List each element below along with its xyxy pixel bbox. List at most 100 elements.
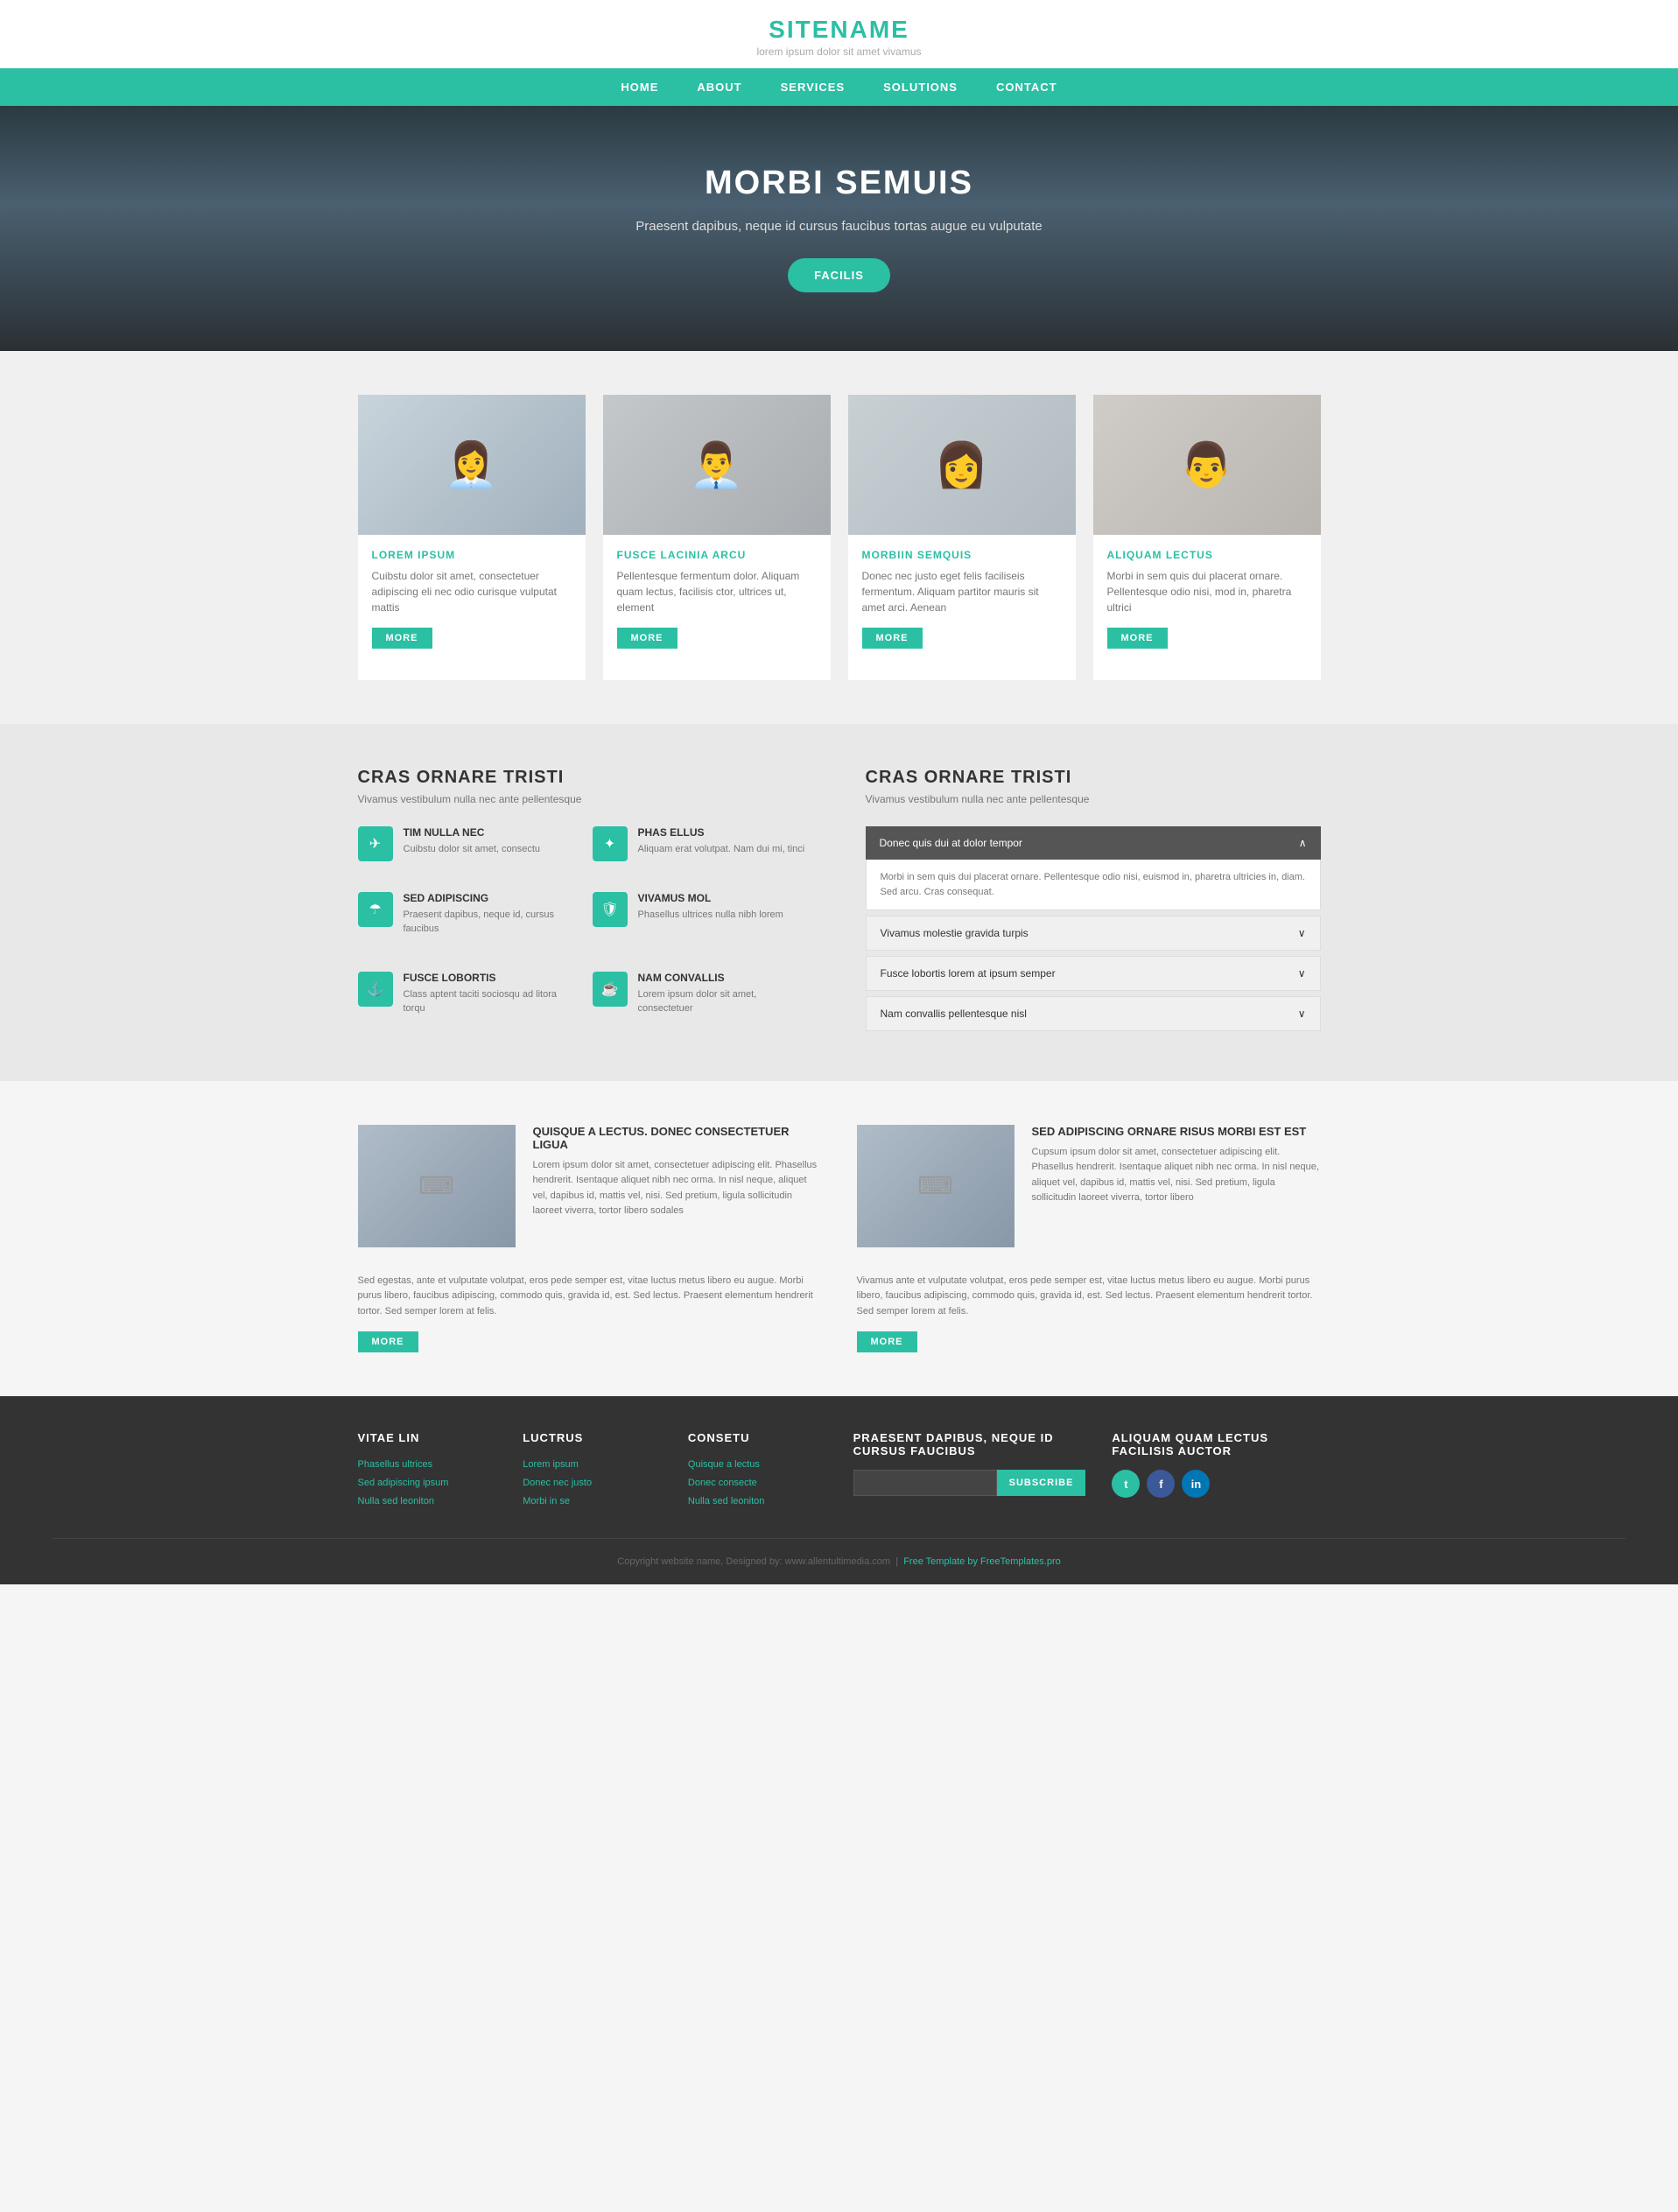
hero-heading: MORBI SEMUIS xyxy=(635,165,1042,202)
content-row: ⌨ QUISQUE A LECTUS. DONEC CONSECTETUER L… xyxy=(358,1125,1321,1247)
content-section: ⌨ QUISQUE A LECTUS. DONEC CONSECTETUER L… xyxy=(0,1081,1678,1397)
hero-section: MORBI SEMUIS Praesent dapibus, neque id … xyxy=(0,106,1678,351)
footer-col-3-heading: CONSETU xyxy=(688,1431,827,1444)
accordion: Donec quis dui at dolor tempor ∧ Morbi i… xyxy=(866,826,1321,1031)
footer-link-item[interactable]: Sed adipiscing ipsum xyxy=(358,1478,449,1488)
card-more-button-1[interactable]: MORE xyxy=(617,628,678,649)
content-more-button-left[interactable]: MORE xyxy=(358,1331,418,1352)
site-tagline: lorem ipsum dolor sit amet vivamus xyxy=(0,46,1678,58)
features-left: CRAS ORNARE TRISTI Vivamus vestibulum nu… xyxy=(358,768,813,1037)
content-more-button-right[interactable]: MORE xyxy=(857,1331,917,1352)
subscribe-button[interactable]: SUBSCRIBE xyxy=(997,1470,1086,1496)
feature-desc-3: Phasellus ultrices nulla nibh lorem xyxy=(638,908,783,923)
subscribe-input[interactable] xyxy=(853,1470,997,1496)
feature-text-2: SED ADIPISCING Praesent dapibus, neque i… xyxy=(404,892,579,958)
feature-text-0: TIM NULLA NEC Cuibstu dolor sit amet, co… xyxy=(404,826,541,878)
main-nav: HOMEABOUTSERVICESSOLUTIONSCONTACT xyxy=(0,68,1678,106)
card-text-0: Cuibstu dolor sit amet, consectetuer adi… xyxy=(372,568,572,615)
features-right-subtext: Vivamus vestibulum nulla nec ante pellen… xyxy=(866,793,1321,805)
nav-item-home[interactable]: HOME xyxy=(601,68,678,106)
feature-desc-1: Aliquam erat volutpat. Nam dui mi, tinci xyxy=(638,842,805,857)
footer-links-1: Phasellus ultrices Sed adipiscing ipsum Nu… xyxy=(358,1457,497,1506)
accordion-body-0: Morbi in sem quis dui placerat ornare. P… xyxy=(866,860,1321,910)
facebook-button[interactable]: f xyxy=(1147,1470,1175,1498)
feature-item-2: ☂ SED ADIPISCING Praesent dapibus, neque… xyxy=(358,892,579,958)
content-full-right: Vivamus ante et vulputate volutpat, eros… xyxy=(857,1274,1321,1353)
nav-item-solutions[interactable]: SOLUTIONS xyxy=(864,68,977,106)
feature-icon-2: ☂ xyxy=(358,892,393,927)
footer-link-item[interactable]: Lorem ipsum xyxy=(523,1459,579,1470)
accordion-item-3: Nam convallis pellentesque nisl ∨ xyxy=(866,996,1321,1031)
accordion-title-2: Fusce lobortis lorem at ipsum semper xyxy=(881,967,1056,980)
features-section: CRAS ORNARE TRISTI Vivamus vestibulum nu… xyxy=(0,724,1678,1081)
card-title-2: MORBIIN SEMQUIS xyxy=(862,549,1062,561)
feature-desc-5: Lorem ipsum dolor sit amet, consectetuer xyxy=(638,987,813,1016)
accordion-title-1: Vivamus molestie gravida turpis xyxy=(881,927,1029,939)
footer-link-item[interactable]: Nulla sed leoniton xyxy=(688,1496,764,1506)
card-image-3: 👨 xyxy=(1093,395,1321,535)
accordion-header-2[interactable]: Fusce lobortis lorem at ipsum semper ∨ xyxy=(866,956,1321,991)
card-more-button-3[interactable]: MORE xyxy=(1107,628,1168,649)
footer-social: t f in xyxy=(1112,1470,1320,1498)
features-left-subtext: Vivamus vestibulum nulla nec ante pellen… xyxy=(358,793,813,805)
card-title-3: ALIQUAM LECTUS xyxy=(1107,549,1307,561)
feature-desc-2: Praesent dapibus, neque id, cursus fauci… xyxy=(404,908,579,937)
accordion-header-1[interactable]: Vivamus molestie gravida turpis ∨ xyxy=(866,916,1321,951)
content-block-2: ⌨ SED ADIPISCING ORNARE RISUS MORBI EST … xyxy=(857,1125,1321,1247)
feature-text-5: NAM CONVALLIS Lorem ipsum dolor sit amet… xyxy=(638,972,813,1037)
cards-section: 👩‍💼 LOREM IPSUM Cuibstu dolor sit amet, … xyxy=(0,351,1678,724)
footer-social-heading: ALIQUAM QUAM LECTUS FACILISIS AUCTOR xyxy=(1112,1431,1320,1457)
content-image-2: ⌨ xyxy=(857,1125,1015,1247)
card-text-3: Morbi in sem quis dui placerat ornare. P… xyxy=(1107,568,1307,615)
hero-subtext: Praesent dapibus, neque id cursus faucib… xyxy=(635,216,1042,237)
footer-link[interactable]: Free Template by FreeTemplates.pro xyxy=(903,1556,1061,1567)
footer-link-item[interactable]: Donec consecte xyxy=(688,1478,757,1488)
card-3: 👨 ALIQUAM LECTUS Morbi in sem quis dui p… xyxy=(1093,395,1321,680)
feature-icon-3: 🛡 xyxy=(593,892,628,927)
chevron-icon-0: ∧ xyxy=(1299,837,1307,849)
feature-item-4: ⚓ FUSCE LOBORTIS Class aptent taciti soc… xyxy=(358,972,579,1037)
footer-subscribe-heading: PRAESENT DAPIBUS, NEQUE ID CURSUS FAUCIB… xyxy=(853,1431,1086,1457)
card-text-1: Pellentesque fermentum dolor. Aliquam qu… xyxy=(617,568,817,615)
footer-link-item[interactable]: Phasellus ultrices xyxy=(358,1459,433,1470)
linkedin-button[interactable]: in xyxy=(1182,1470,1210,1498)
nav-item-about[interactable]: ABOUT xyxy=(678,68,761,106)
card-0: 👩‍💼 LOREM IPSUM Cuibstu dolor sit amet, … xyxy=(358,395,586,680)
footer-col-subscribe: PRAESENT DAPIBUS, NEQUE ID CURSUS FAUCIB… xyxy=(853,1431,1086,1512)
content-inner: ⌨ QUISQUE A LECTUS. DONEC CONSECTETUER L… xyxy=(358,1125,1321,1353)
footer-link-item[interactable]: Morbi in se xyxy=(523,1496,570,1506)
card-more-button-0[interactable]: MORE xyxy=(372,628,432,649)
feature-desc-4: Class aptent taciti sociosqu ad litora t… xyxy=(404,987,579,1016)
feature-item-1: ✦ PHAS ELLUS Aliquam erat volutpat. Nam … xyxy=(593,826,813,878)
chevron-icon-2: ∨ xyxy=(1298,967,1306,980)
twitter-button[interactable]: t xyxy=(1112,1470,1140,1498)
feature-title-1: PHAS ELLUS xyxy=(638,826,805,839)
footer-link-item[interactable]: Nulla sed leoniton xyxy=(358,1496,434,1506)
nav-item-services[interactable]: SERVICES xyxy=(762,68,865,106)
hero-cta-button[interactable]: FACILIS xyxy=(788,258,890,292)
accordion-title-3: Nam convallis pellentesque nisl xyxy=(881,1008,1027,1020)
content-bottom-right-text: Vivamus ante et vulputate volutpat, eros… xyxy=(857,1274,1321,1320)
feature-item-0: ✈ TIM NULLA NEC Cuibstu dolor sit amet, … xyxy=(358,826,579,878)
footer-link-item[interactable]: Donec nec justo xyxy=(523,1478,592,1488)
features-right: CRAS ORNARE TRISTI Vivamus vestibulum nu… xyxy=(866,768,1321,1037)
feature-text-3: VIVAMUS MOL Phasellus ultrices nulla nib… xyxy=(638,892,783,944)
feature-icon-1: ✦ xyxy=(593,826,628,861)
content-title-2: SED ADIPISCING ORNARE RISUS MORBI EST ES… xyxy=(1032,1125,1321,1138)
card-more-button-2[interactable]: MORE xyxy=(862,628,923,649)
card-title-0: LOREM IPSUM xyxy=(372,549,572,561)
accordion-header-0[interactable]: Donec quis dui at dolor tempor ∧ xyxy=(866,826,1321,860)
content-desc-2: Cupsum ipsum dolor sit amet, consectetue… xyxy=(1032,1145,1321,1206)
features-left-heading: CRAS ORNARE TRISTI xyxy=(358,768,813,788)
accordion-header-3[interactable]: Nam convallis pellentesque nisl ∨ xyxy=(866,996,1321,1031)
footer-col-1-heading: VITAE LIN xyxy=(358,1431,497,1444)
content-text-1: QUISQUE A LECTUS. DONEC CONSECTETUER LIG… xyxy=(533,1125,822,1247)
nav-item-contact[interactable]: CONTACT xyxy=(977,68,1077,106)
footer-link-item[interactable]: Quisque a lectus xyxy=(688,1459,760,1470)
footer-bottom: Copyright website name, Designed by: www… xyxy=(53,1538,1625,1567)
card-image-2: 👩 xyxy=(848,395,1076,535)
chevron-icon-1: ∨ xyxy=(1298,927,1306,939)
card-title-1: FUSCE LACINIA ARCU xyxy=(617,549,817,561)
site-header: SITENAME lorem ipsum dolor sit amet viva… xyxy=(0,0,1678,68)
content-bottom-left-text: Sed egestas, ante et vulputate volutpat,… xyxy=(358,1274,822,1320)
